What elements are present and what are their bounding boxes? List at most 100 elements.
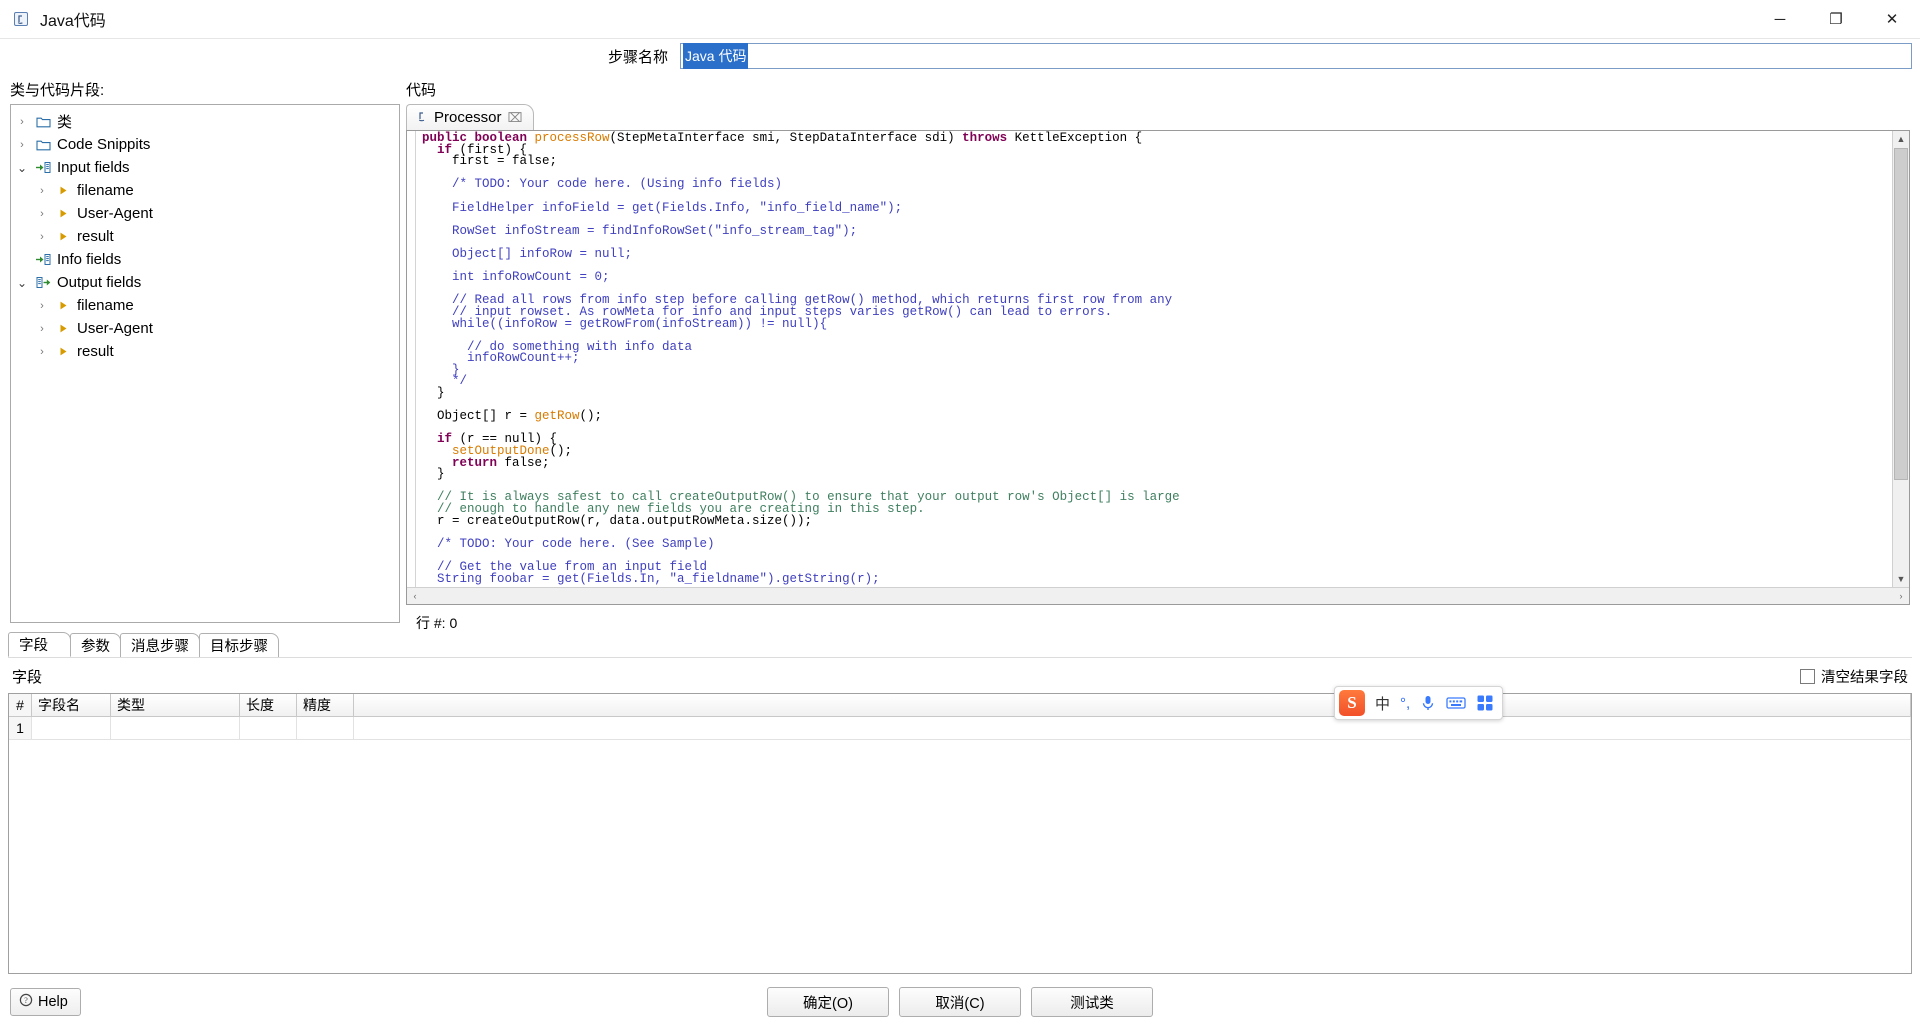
chevron-down-icon[interactable]: ⌄ (11, 161, 33, 175)
minimize-button[interactable]: ─ (1752, 0, 1808, 38)
grid-cell-name[interactable] (32, 717, 111, 739)
grid-cell-type[interactable] (111, 717, 240, 739)
fields-grid-body[interactable]: 1 (9, 717, 1911, 740)
tree-node-filename[interactable]: › filename (11, 179, 399, 202)
maximize-button[interactable]: ❐ (1808, 0, 1864, 38)
toolbox-icon[interactable] (1476, 694, 1494, 712)
ime-mode-button[interactable]: 中 (1375, 693, 1390, 714)
ime-punctuation-button[interactable]: °, (1400, 695, 1410, 712)
code-line: // do something with info data (422, 339, 693, 354)
tree-node-input-fields[interactable]: ⌄ Input fields (11, 156, 399, 179)
tree-node-filename[interactable]: › filename (11, 294, 399, 317)
editor-vertical-scrollbar[interactable]: ▲ ▼ (1892, 131, 1909, 587)
code-editor[interactable]: public boolean processRow(StepMetaInterf… (406, 130, 1910, 605)
grid-cell-length[interactable] (240, 717, 297, 739)
code-editor-body[interactable]: public boolean processRow(StepMetaInterf… (407, 131, 1909, 587)
bottom-section: 字段 参数 消息步骤 目标步骤 字段 清空结果字段 # 字段名 类型 长度 精度 1 S 中 … (0, 632, 1920, 974)
tree-node-类[interactable]: › 类 (11, 110, 399, 133)
bottom-tab-0[interactable]: 字段 (8, 632, 71, 657)
editor-horizontal-scrollbar[interactable]: ‹ › (407, 587, 1909, 604)
code-line: if (r == null) { (437, 432, 558, 447)
chevron-right-icon[interactable]: › (11, 139, 33, 151)
scroll-left-icon[interactable]: ‹ (407, 588, 423, 604)
clear-result-fields-label: 清空结果字段 (1821, 670, 1908, 686)
chevron-right-icon[interactable]: › (31, 300, 53, 312)
chevron-right-icon[interactable]: › (31, 231, 53, 243)
tree-node-user-agent[interactable]: › User-Agent (11, 202, 399, 225)
classes-snippets-label: 类与代码片段: (10, 82, 105, 99)
grid-column-header[interactable]: 长度 (240, 694, 297, 716)
vertical-scroll-thumb[interactable] (1894, 148, 1908, 480)
code-line: /* TODO: Your code here. (See Sample) (422, 536, 715, 551)
tree-node-code-snippits[interactable]: › Code Snippits (11, 133, 399, 156)
footer-buttons: 确定(O) 取消(C) 测试类 (0, 987, 1920, 1017)
chevron-right-icon[interactable]: › (11, 116, 33, 128)
window-controls: ─ ❐ ✕ (1752, 0, 1920, 38)
tree-node-label: 类 (57, 114, 73, 131)
grid-cell-precision[interactable] (297, 717, 354, 739)
cancel-button[interactable]: 取消(C) (899, 987, 1021, 1017)
editor-gutter (407, 131, 416, 587)
bottom-tab-1[interactable]: 参数 (70, 633, 121, 657)
classes-snippets-pane: 类与代码片段: › 类 › Code Snippits ⌄ Input fields › fi… (0, 73, 400, 633)
chevron-right-icon[interactable]: › (31, 185, 53, 197)
code-line: r = createOutputRow(r, data.outputRowMet… (422, 513, 813, 528)
code-label: 代码 (406, 82, 437, 99)
bottom-tab-3[interactable]: 目标步骤 (199, 633, 279, 657)
scroll-up-icon[interactable]: ▲ (1893, 131, 1909, 147)
tree-node-label: Code Snippits (57, 136, 151, 153)
sogou-logo-icon[interactable]: S (1339, 690, 1365, 716)
code-line: return false; (452, 455, 550, 470)
step-name-label: 步骤名称 (607, 48, 668, 66)
code-line: infoRowCount++; (422, 351, 580, 366)
code-line: int infoRowCount = 0; (422, 270, 610, 285)
grid-column-header[interactable]: 字段名 (32, 694, 111, 716)
code-line: } (422, 386, 445, 401)
field-arrow-icon (53, 299, 73, 312)
code-text[interactable]: public boolean processRow(StepMetaInterf… (416, 131, 1892, 587)
chevron-right-icon[interactable]: › (31, 323, 53, 335)
fields-grid-header: # 字段名 类型 长度 精度 (9, 694, 1911, 717)
tree-node-label: Input fields (57, 159, 130, 176)
fields-section-header: 字段 清空结果字段 (8, 658, 1912, 693)
close-button[interactable]: ✕ (1864, 0, 1920, 38)
grid-column-header[interactable]: 精度 (297, 694, 354, 716)
code-line: Object[] r = getRow(); (422, 409, 603, 424)
chevron-right-icon[interactable]: › (31, 208, 53, 220)
field-arrow-icon (53, 207, 73, 220)
grid-column-header[interactable]: 类型 (111, 694, 240, 716)
code-line: RowSet infoStream = findInfoRowSet("info… (422, 223, 858, 238)
code-pane: 代码 Processor ⌧ public boolean processRow… (400, 73, 1920, 633)
clear-result-fields-checkbox[interactable]: 清空结果字段 (1800, 666, 1912, 687)
scroll-right-icon[interactable]: › (1893, 588, 1909, 604)
tab-processor[interactable]: Processor ⌧ (406, 104, 534, 130)
keyboard-icon[interactable] (1446, 695, 1466, 711)
test-class-button[interactable]: 测试类 (1031, 987, 1153, 1017)
tree-node-user-agent[interactable]: › User-Agent (11, 317, 399, 340)
chevron-down-icon[interactable]: ⌄ (11, 276, 33, 290)
dialog-footer: ? Help 确定(O) 取消(C) 测试类 (0, 974, 1920, 1030)
field-arrow-icon (53, 230, 73, 243)
grid-cell-index[interactable]: 1 (9, 717, 32, 739)
step-name-input[interactable]: Java 代码 (680, 43, 1912, 69)
grid-column-header[interactable]: # (9, 694, 32, 716)
bottom-tab-2[interactable]: 消息步骤 (120, 633, 200, 657)
table-row[interactable]: 1 (9, 717, 1911, 740)
ok-button[interactable]: 确定(O) (767, 987, 889, 1017)
tree-node-label: result (77, 228, 114, 245)
checkbox-box[interactable] (1800, 669, 1815, 684)
classes-snippets-tree[interactable]: › 类 › Code Snippits ⌄ Input fields › filename › U… (10, 104, 400, 623)
close-icon[interactable]: ⌧ (508, 110, 523, 126)
tree-node-result[interactable]: › result (11, 340, 399, 363)
tree-node-info-fields[interactable]: Info fields (11, 248, 399, 271)
tree-node-result[interactable]: › result (11, 225, 399, 248)
scroll-down-icon[interactable]: ▼ (1893, 571, 1909, 587)
chevron-right-icon[interactable]: › (31, 346, 53, 358)
microphone-icon[interactable] (1420, 694, 1436, 712)
tree-node-output-fields[interactable]: ⌄ Output fields (11, 271, 399, 294)
fields-grid[interactable]: # 字段名 类型 长度 精度 1 S 中 °, (8, 686, 1912, 974)
ime-toolbar[interactable]: S 中 °, (1334, 686, 1504, 720)
